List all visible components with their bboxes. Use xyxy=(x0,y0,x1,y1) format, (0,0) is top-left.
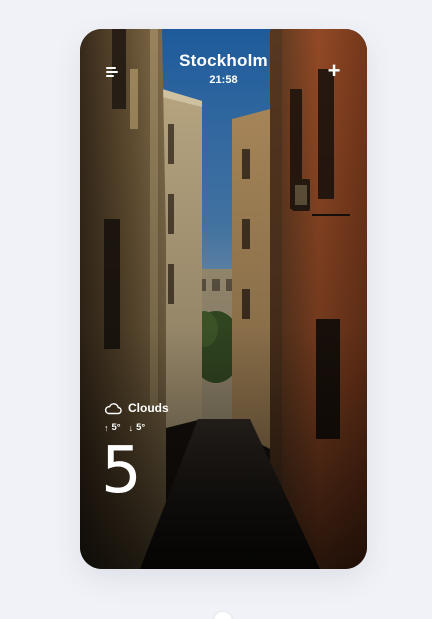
weather-condition: Clouds xyxy=(104,401,169,415)
current-temperature: 5 xyxy=(101,434,142,508)
plus-icon: + xyxy=(327,58,341,83)
cloud-icon xyxy=(104,402,122,414)
condition-label: Clouds xyxy=(128,401,169,415)
page-indicator-dot[interactable] xyxy=(214,612,232,619)
hamburger-menu-icon-line-2 xyxy=(106,71,118,73)
app-stage: Stockholm 21:58 + Clouds ↑ 5° ↓ 5° 5 xyxy=(0,0,432,619)
weather-card[interactable]: Stockholm 21:58 + Clouds ↑ 5° ↓ 5° 5 xyxy=(80,29,367,569)
add-city-button[interactable]: + xyxy=(324,58,344,83)
